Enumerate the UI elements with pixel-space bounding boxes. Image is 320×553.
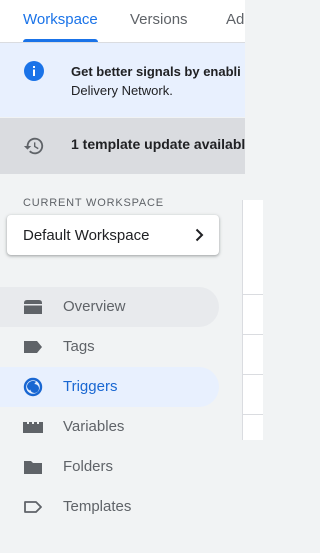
banner-line-2: Delivery Network. [71, 83, 173, 98]
trigger-icon [23, 377, 43, 397]
tag-icon [24, 341, 42, 353]
sidebar-item-overview[interactable]: Overview [0, 287, 219, 327]
sidebar-item-label: Variables [63, 418, 125, 435]
sidebar-item-label: Tags [63, 338, 95, 355]
history-icon [23, 137, 44, 155]
template-update-text: 1 template update available [71, 136, 245, 152]
tab-versions[interactable]: Versions [130, 0, 188, 42]
sidebar-item-tags[interactable]: Tags [0, 327, 219, 367]
sidebar-item-triggers[interactable]: Triggers [0, 367, 219, 407]
banner-line-1: Get better signals by enabli [71, 64, 241, 79]
sidebar-item-templates[interactable]: Templates [0, 487, 219, 527]
template-icon [24, 501, 42, 513]
info-banner: Get better signals by enabli Delivery Ne… [0, 43, 245, 117]
template-update-notice[interactable]: 1 template update available [0, 118, 245, 174]
sidebar-item-label: Folders [63, 458, 114, 475]
sidebar-item-label: Overview [63, 298, 126, 315]
sidebar-item-folders[interactable]: Folders [0, 447, 219, 487]
sidebar-item-label: Templates [63, 498, 132, 515]
tab-workspace-label: Workspace [23, 11, 98, 28]
active-tab-indicator [23, 39, 98, 42]
main-content-edge [242, 200, 263, 440]
sidebar-item-variables[interactable]: Variables [0, 407, 219, 447]
workspace-name: Default Workspace [23, 227, 150, 244]
tab-versions-label: Versions [130, 11, 188, 28]
overview-icon [24, 300, 42, 314]
tab-workspace[interactable]: Workspace [23, 0, 98, 42]
workspace-selector[interactable]: Default Workspace [7, 215, 219, 255]
tab-admin-label: Ad [226, 11, 245, 28]
sidebar-item-label: Triggers [63, 378, 118, 395]
current-workspace-label: CURRENT WORKSPACE [23, 197, 164, 209]
variables-icon [23, 422, 43, 433]
folder-icon [24, 461, 42, 474]
chevron-right-icon [195, 228, 204, 242]
tab-bar: Workspace Versions Ad [0, 0, 245, 43]
info-icon [24, 61, 44, 81]
banner-text: Get better signals by enabli Delivery Ne… [71, 62, 245, 100]
tab-admin[interactable]: Ad [226, 0, 244, 42]
